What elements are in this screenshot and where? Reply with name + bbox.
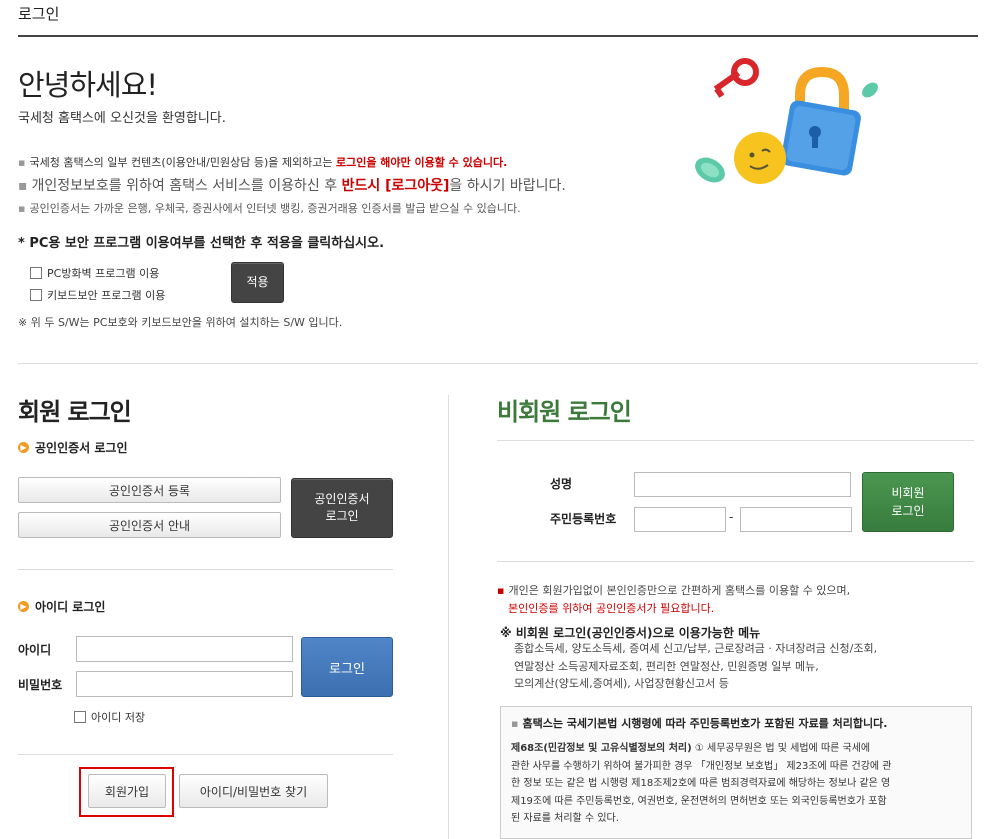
id-input[interactable] <box>76 636 293 662</box>
cert-guide-button[interactable]: 공인인증서 안내 <box>18 512 281 538</box>
security-illustration <box>690 50 890 195</box>
member-login-title: 회원 로그인 <box>18 398 132 426</box>
name-label: 성명 <box>550 477 573 491</box>
save-id-option[interactable]: 아이디 저장 <box>74 709 145 725</box>
welcome-text: 국세청 홈택스에 오신것을 환영합니다. <box>18 111 226 126</box>
rrn-back-input[interactable] <box>740 507 852 532</box>
legal-heading: ▪ 홈택스는 국세기본법 시행령에 따라 주민등록번호가 포함된 자료를 처리합니… <box>511 717 888 730</box>
keyboard-security-checkbox[interactable] <box>30 289 42 301</box>
orange-bullet-icon: ▶ <box>18 442 29 453</box>
name-input[interactable] <box>634 472 851 497</box>
orange-bullet-icon: ▶ <box>18 601 29 612</box>
join-button[interactable]: 회원가입 <box>88 774 166 808</box>
id-label: 아이디 <box>18 643 52 657</box>
bullet-icon: ▪ <box>18 178 28 194</box>
member-divider-1 <box>18 569 393 570</box>
nonmember-divider-2 <box>497 561 974 562</box>
login-button[interactable]: 로그인 <box>301 637 393 697</box>
rrn-dash: - <box>729 510 734 524</box>
cert-register-button[interactable]: 공인인증서 등록 <box>18 477 281 503</box>
greeting-title: 안녕하세요! <box>18 68 158 102</box>
security-program-heading: * PC용 보안 프로그램 이용여부를 선택한 후 적용을 클릭하십시오. <box>18 236 385 251</box>
nonmember-login-button[interactable]: 비회원 로그인 <box>862 472 954 532</box>
firewall-checkbox[interactable] <box>30 267 42 279</box>
id-login-heading: ▶ 아이디 로그인 <box>18 598 105 615</box>
keyboard-security-option[interactable]: 키보드보안 프로그램 이용 <box>30 287 165 303</box>
legal-text: 제68조(민감정보 및 고유식별정보의 처리) ① 세무공무원은 법 및 세법에… <box>511 743 892 824</box>
bullet-icon: ▪ <box>511 717 519 730</box>
program-note: ※ 위 두 S/W는 PC보호와 키보드보안을 위하여 설치하는 S/W 입니다… <box>18 316 343 329</box>
vertical-divider <box>448 395 449 839</box>
cert-login-button[interactable]: 공인인증서 로그인 <box>291 478 393 538</box>
firewall-option[interactable]: PC방화벽 프로그램 이용 <box>30 265 159 281</box>
notice-login-required: ▪ 국세청 홈택스의 일부 컨텐츠(이용안내/민원상담 등)을 제외하고는 로그인… <box>18 156 508 169</box>
rrn-front-input[interactable] <box>634 507 726 532</box>
nonmember-divider-1 <box>497 440 974 441</box>
rrn-legal-box: ▪ 홈택스는 국세기본법 시행령에 따라 주민등록번호가 포함된 자료를 처리합니… <box>500 706 972 839</box>
nonmember-menu-heading: ※ 비회원 로그인(공인인증서)으로 이용가능한 메뉴 <box>500 626 761 640</box>
section-divider <box>18 363 978 364</box>
title-divider <box>18 35 978 37</box>
bullet-icon: ▪ <box>18 156 26 169</box>
nonmember-info: ▪ 개인은 회원가입없이 본인인증만으로 간편하게 홈택스를 이용할 수 있으며,… <box>497 584 851 615</box>
password-input[interactable] <box>76 671 293 697</box>
member-divider-2 <box>18 754 393 755</box>
page-title: 로그인 <box>18 5 60 23</box>
nonmember-login-title: 비회원 로그인 <box>497 398 632 426</box>
bullet-icon: ▪ <box>497 584 505 597</box>
notice-certificate: ▪ 공인인증서는 가까운 은행, 우체국, 증권사에서 인터넷 뱅킹, 증권거래용… <box>18 202 521 215</box>
apply-button[interactable]: 적용 <box>231 262 284 303</box>
cert-login-heading: ▶ 공인인증서 로그인 <box>18 439 128 456</box>
lock-illustration-icon <box>695 58 878 184</box>
password-label: 비밀번호 <box>18 678 63 692</box>
nonmember-menu-list: 종합소득세, 양도소득세, 증여세 신고/납부, 근로장려금 · 자녀장려금 신… <box>514 642 878 691</box>
find-id-password-button[interactable]: 아이디/비밀번호 찾기 <box>179 774 328 808</box>
bullet-icon: ▪ <box>18 202 26 215</box>
notice-logout: ▪ 개인정보보호를 위하여 홈택스 서비스를 이용하신 후 반드시 [로그아웃]을… <box>18 178 566 194</box>
rrn-label: 주민등록번호 <box>550 512 617 526</box>
save-id-checkbox[interactable] <box>74 711 86 723</box>
